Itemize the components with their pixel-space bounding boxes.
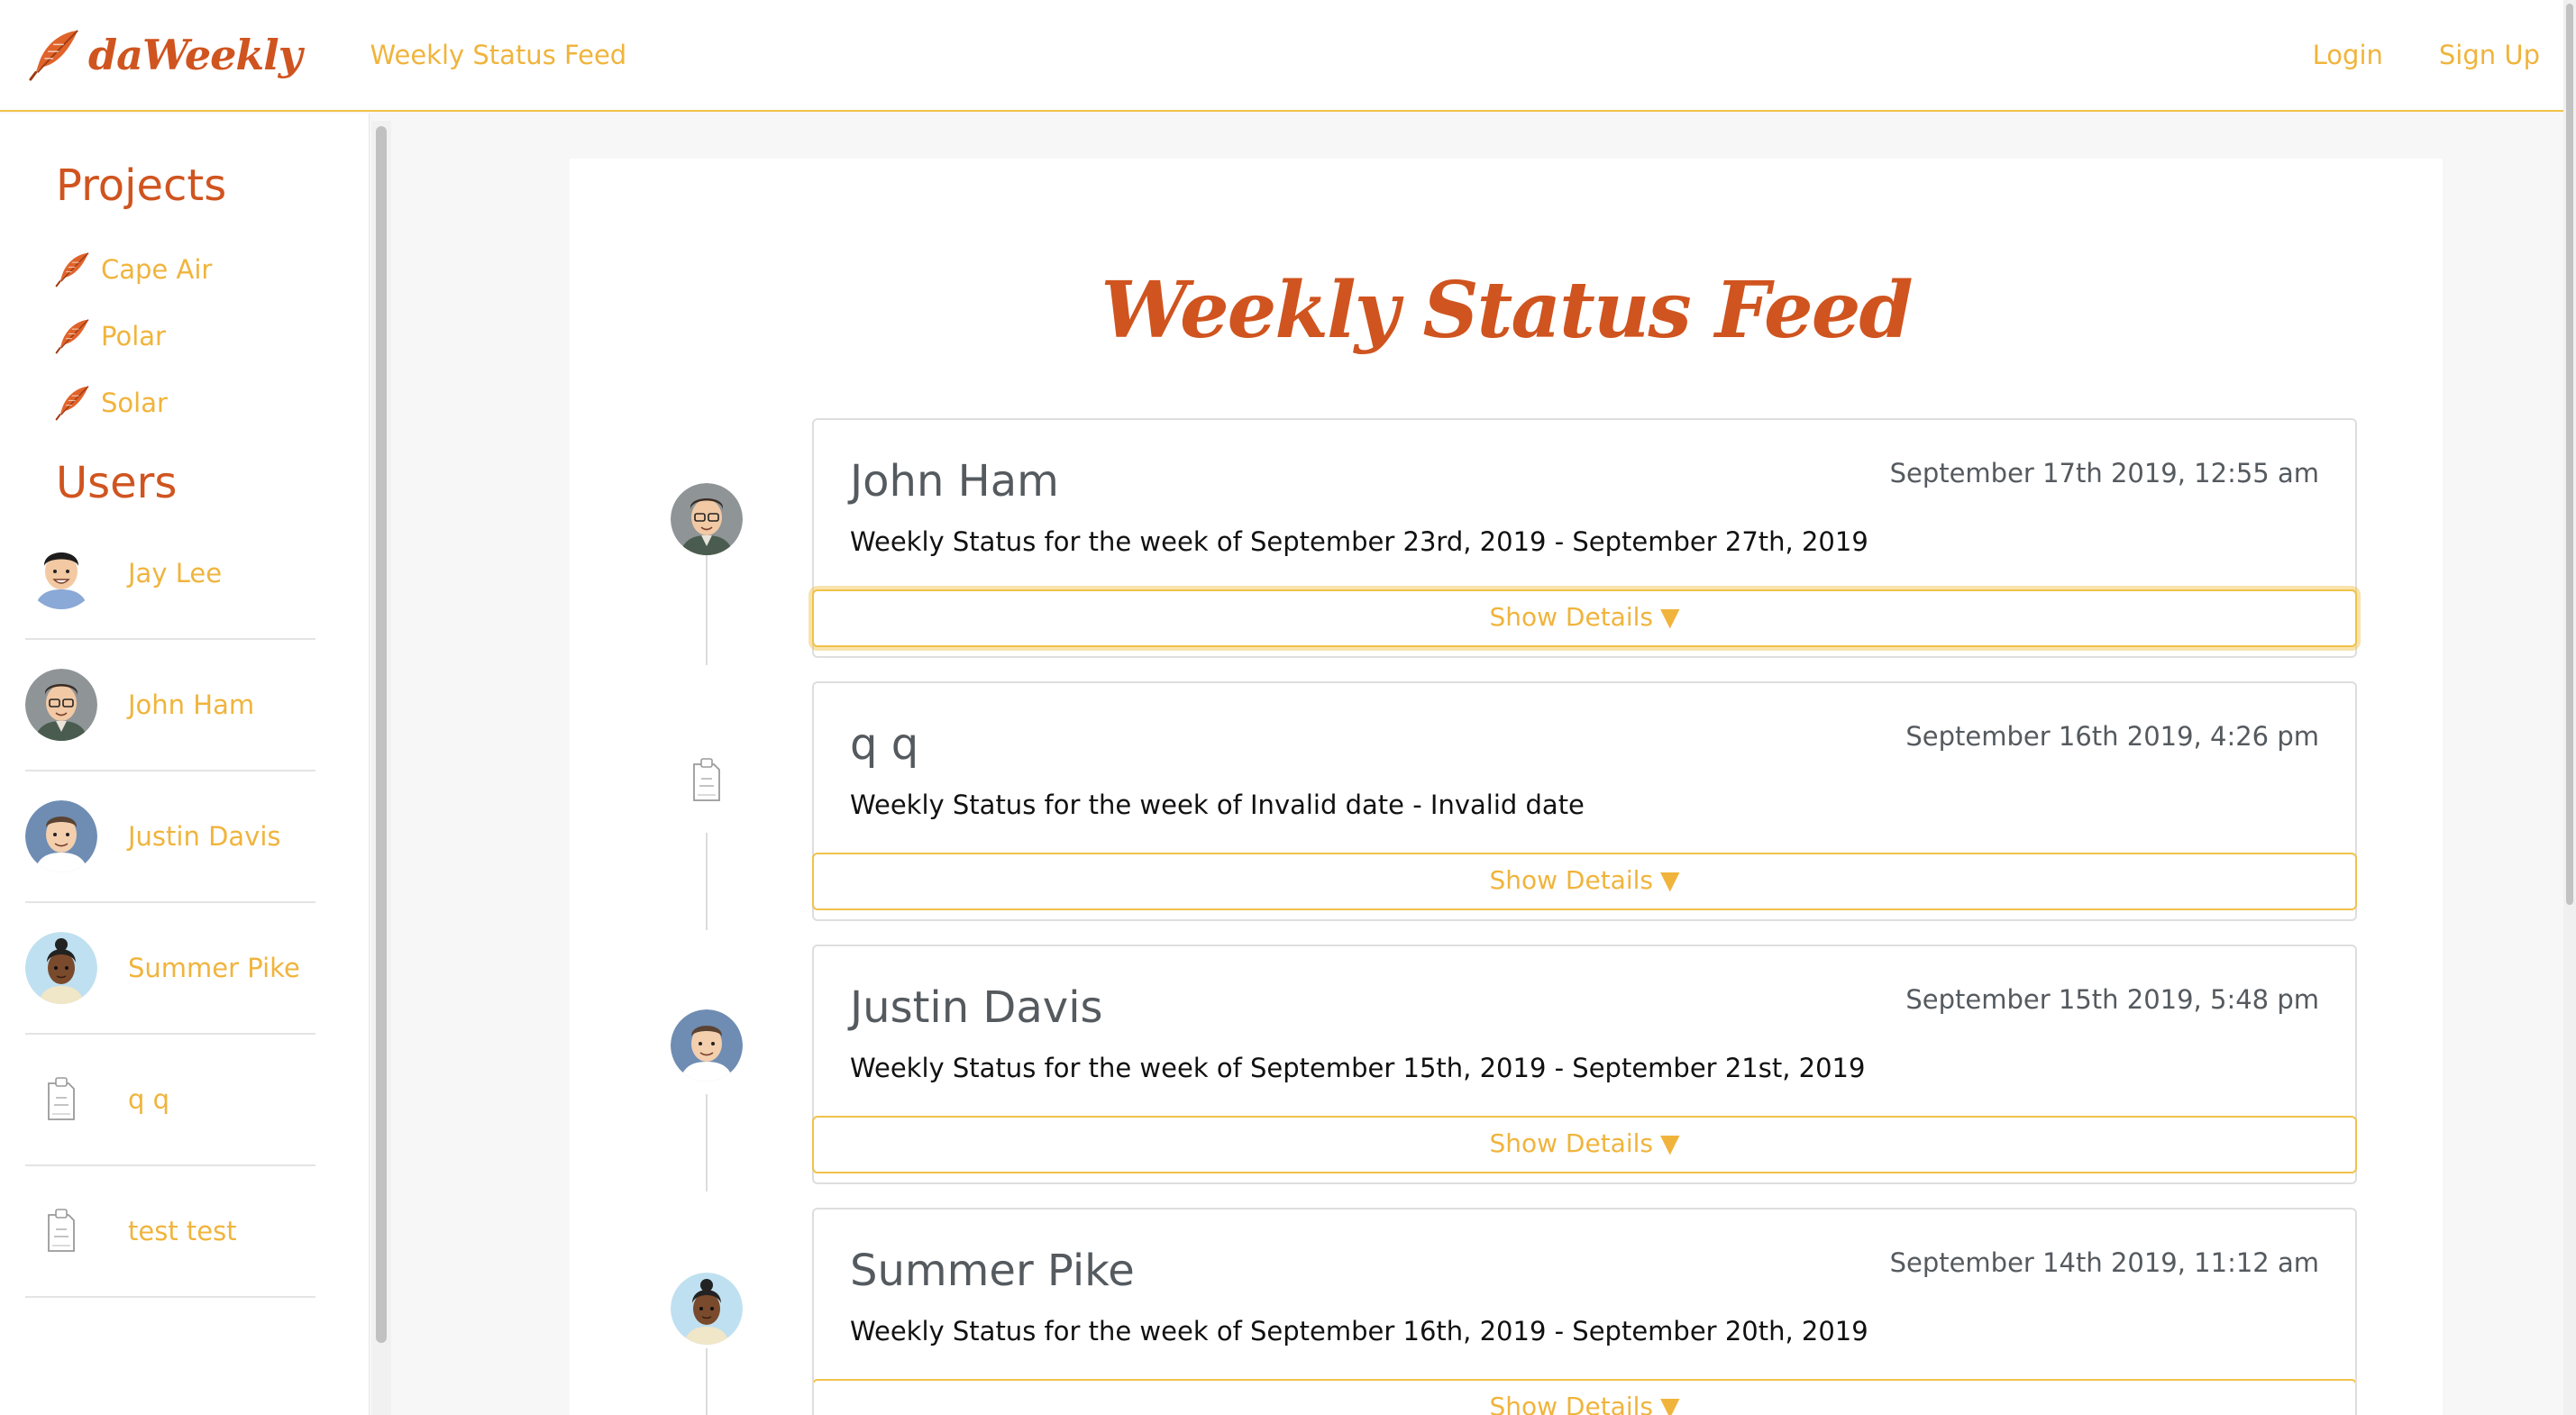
- page-scrollbar[interactable]: [2563, 0, 2576, 1415]
- show-details-label: Show Details: [1489, 1392, 1653, 1415]
- avatar: [25, 800, 97, 872]
- user-label: Justin Davis: [128, 821, 281, 852]
- user-label: Summer Pike: [128, 953, 300, 983]
- project-label: Solar: [101, 388, 168, 418]
- show-details-label: Show Details: [1489, 865, 1653, 895]
- feather-icon: [27, 26, 83, 84]
- status-timestamp: September 15th 2019, 5:48 pm: [1905, 984, 2319, 1015]
- user-label: John Ham: [128, 689, 255, 720]
- triangle-down-icon: ▼: [1659, 1128, 1680, 1158]
- status-card: Justin Davis September 15th 2019, 5:48 p…: [812, 945, 2357, 1184]
- placeholder-avatar-icon: [43, 1076, 79, 1123]
- nav-weekly-status-feed-link[interactable]: Weekly Status Feed: [370, 40, 627, 70]
- status-week-range: Weekly Status for the week of Invalid da…: [850, 790, 1585, 820]
- brand-name: daWeekly: [88, 31, 302, 79]
- avatar: [25, 669, 97, 741]
- user-label: test test: [128, 1216, 237, 1246]
- avatar: [25, 1195, 97, 1267]
- show-details-label: Show Details: [1489, 602, 1653, 632]
- placeholder-avatar-icon: [689, 757, 725, 804]
- timeline-avatar-q-q: [671, 744, 743, 817]
- feather-icon: [54, 384, 92, 422]
- sidebar: Projects Cape Air Polar Solar Users Jay …: [0, 114, 370, 1415]
- status-week-range: Weekly Status for the week of September …: [850, 1053, 1866, 1083]
- project-label: Polar: [101, 321, 166, 351]
- user-label: Jay Lee: [128, 558, 223, 589]
- sidebar-project-solar[interactable]: Solar: [54, 384, 168, 422]
- timeline-avatar-john-ham: [671, 483, 743, 555]
- sidebar-user-summer-pike[interactable]: Summer Pike: [25, 903, 315, 1035]
- avatar: [25, 932, 97, 1004]
- status-card: Summer Pike September 14th 2019, 11:12 a…: [812, 1208, 2357, 1415]
- sidebar-scrollbar-thumb[interactable]: [376, 126, 387, 1343]
- placeholder-avatar-icon: [43, 1208, 79, 1255]
- timeline-avatar-justin-davis: [671, 1009, 743, 1082]
- sidebar-user-q-q[interactable]: q q: [25, 1035, 315, 1166]
- avatar: [25, 537, 97, 609]
- page-title: Weekly Status Feed: [1101, 265, 1913, 356]
- user-label: q q: [128, 1084, 170, 1115]
- triangle-down-icon: ▼: [1659, 602, 1680, 632]
- status-card: q q September 16th 2019, 4:26 pm Weekly …: [812, 681, 2357, 921]
- project-label: Cape Air: [101, 254, 213, 285]
- timeline-line: [706, 1094, 708, 1191]
- sidebar-user-justin-davis[interactable]: Justin Davis: [25, 771, 315, 903]
- sidebar-project-cape-air[interactable]: Cape Air: [54, 251, 212, 288]
- status-week-range: Weekly Status for the week of September …: [850, 1316, 1868, 1347]
- projects-heading: Projects: [56, 160, 227, 211]
- feed-panel: Weekly Status Feed John Ham September 17…: [570, 159, 2443, 1415]
- status-timestamp: September 17th 2019, 12:55 am: [1889, 458, 2319, 488]
- sidebar-user-jay-lee[interactable]: Jay Lee: [25, 508, 315, 640]
- status-timestamp: September 14th 2019, 11:12 am: [1889, 1247, 2319, 1278]
- triangle-down-icon: ▼: [1659, 865, 1680, 895]
- login-link[interactable]: Login: [2313, 40, 2383, 70]
- status-author: Summer Pike: [850, 1246, 1135, 1296]
- show-details-button[interactable]: Show Details ▼: [812, 589, 2357, 647]
- sidebar-project-polar[interactable]: Polar: [54, 317, 166, 355]
- triangle-down-icon: ▼: [1659, 1392, 1680, 1415]
- sidebar-scrollbar[interactable]: [371, 121, 391, 1415]
- status-author: q q: [850, 719, 919, 770]
- users-heading: Users: [56, 458, 178, 508]
- show-details-label: Show Details: [1489, 1128, 1653, 1158]
- status-author: John Ham: [850, 456, 1059, 507]
- top-navbar: daWeekly Weekly Status Feed Login Sign U…: [0, 0, 2576, 112]
- feather-icon: [54, 251, 92, 288]
- feather-icon: [54, 317, 92, 355]
- status-card: John Ham September 17th 2019, 12:55 am W…: [812, 418, 2357, 658]
- status-author: Justin Davis: [850, 982, 1103, 1033]
- status-timestamp: September 16th 2019, 4:26 pm: [1905, 721, 2319, 752]
- brand-logo[interactable]: daWeekly: [27, 26, 302, 84]
- timeline-line: [706, 833, 708, 930]
- show-details-button[interactable]: Show Details ▼: [812, 1116, 2357, 1173]
- avatar: [25, 1064, 97, 1136]
- page-scrollbar-thumb[interactable]: [2566, 4, 2573, 905]
- sidebar-user-test-test[interactable]: test test: [25, 1166, 315, 1298]
- signup-link[interactable]: Sign Up: [2439, 40, 2540, 70]
- sidebar-user-john-ham[interactable]: John Ham: [25, 640, 315, 771]
- timeline-line: [706, 1348, 708, 1415]
- timeline-avatar-summer-pike: [671, 1273, 743, 1345]
- show-details-button[interactable]: Show Details ▼: [814, 1379, 2355, 1415]
- status-week-range: Weekly Status for the week of September …: [850, 526, 1868, 557]
- show-details-button[interactable]: Show Details ▼: [812, 853, 2357, 910]
- timeline-line: [706, 555, 708, 665]
